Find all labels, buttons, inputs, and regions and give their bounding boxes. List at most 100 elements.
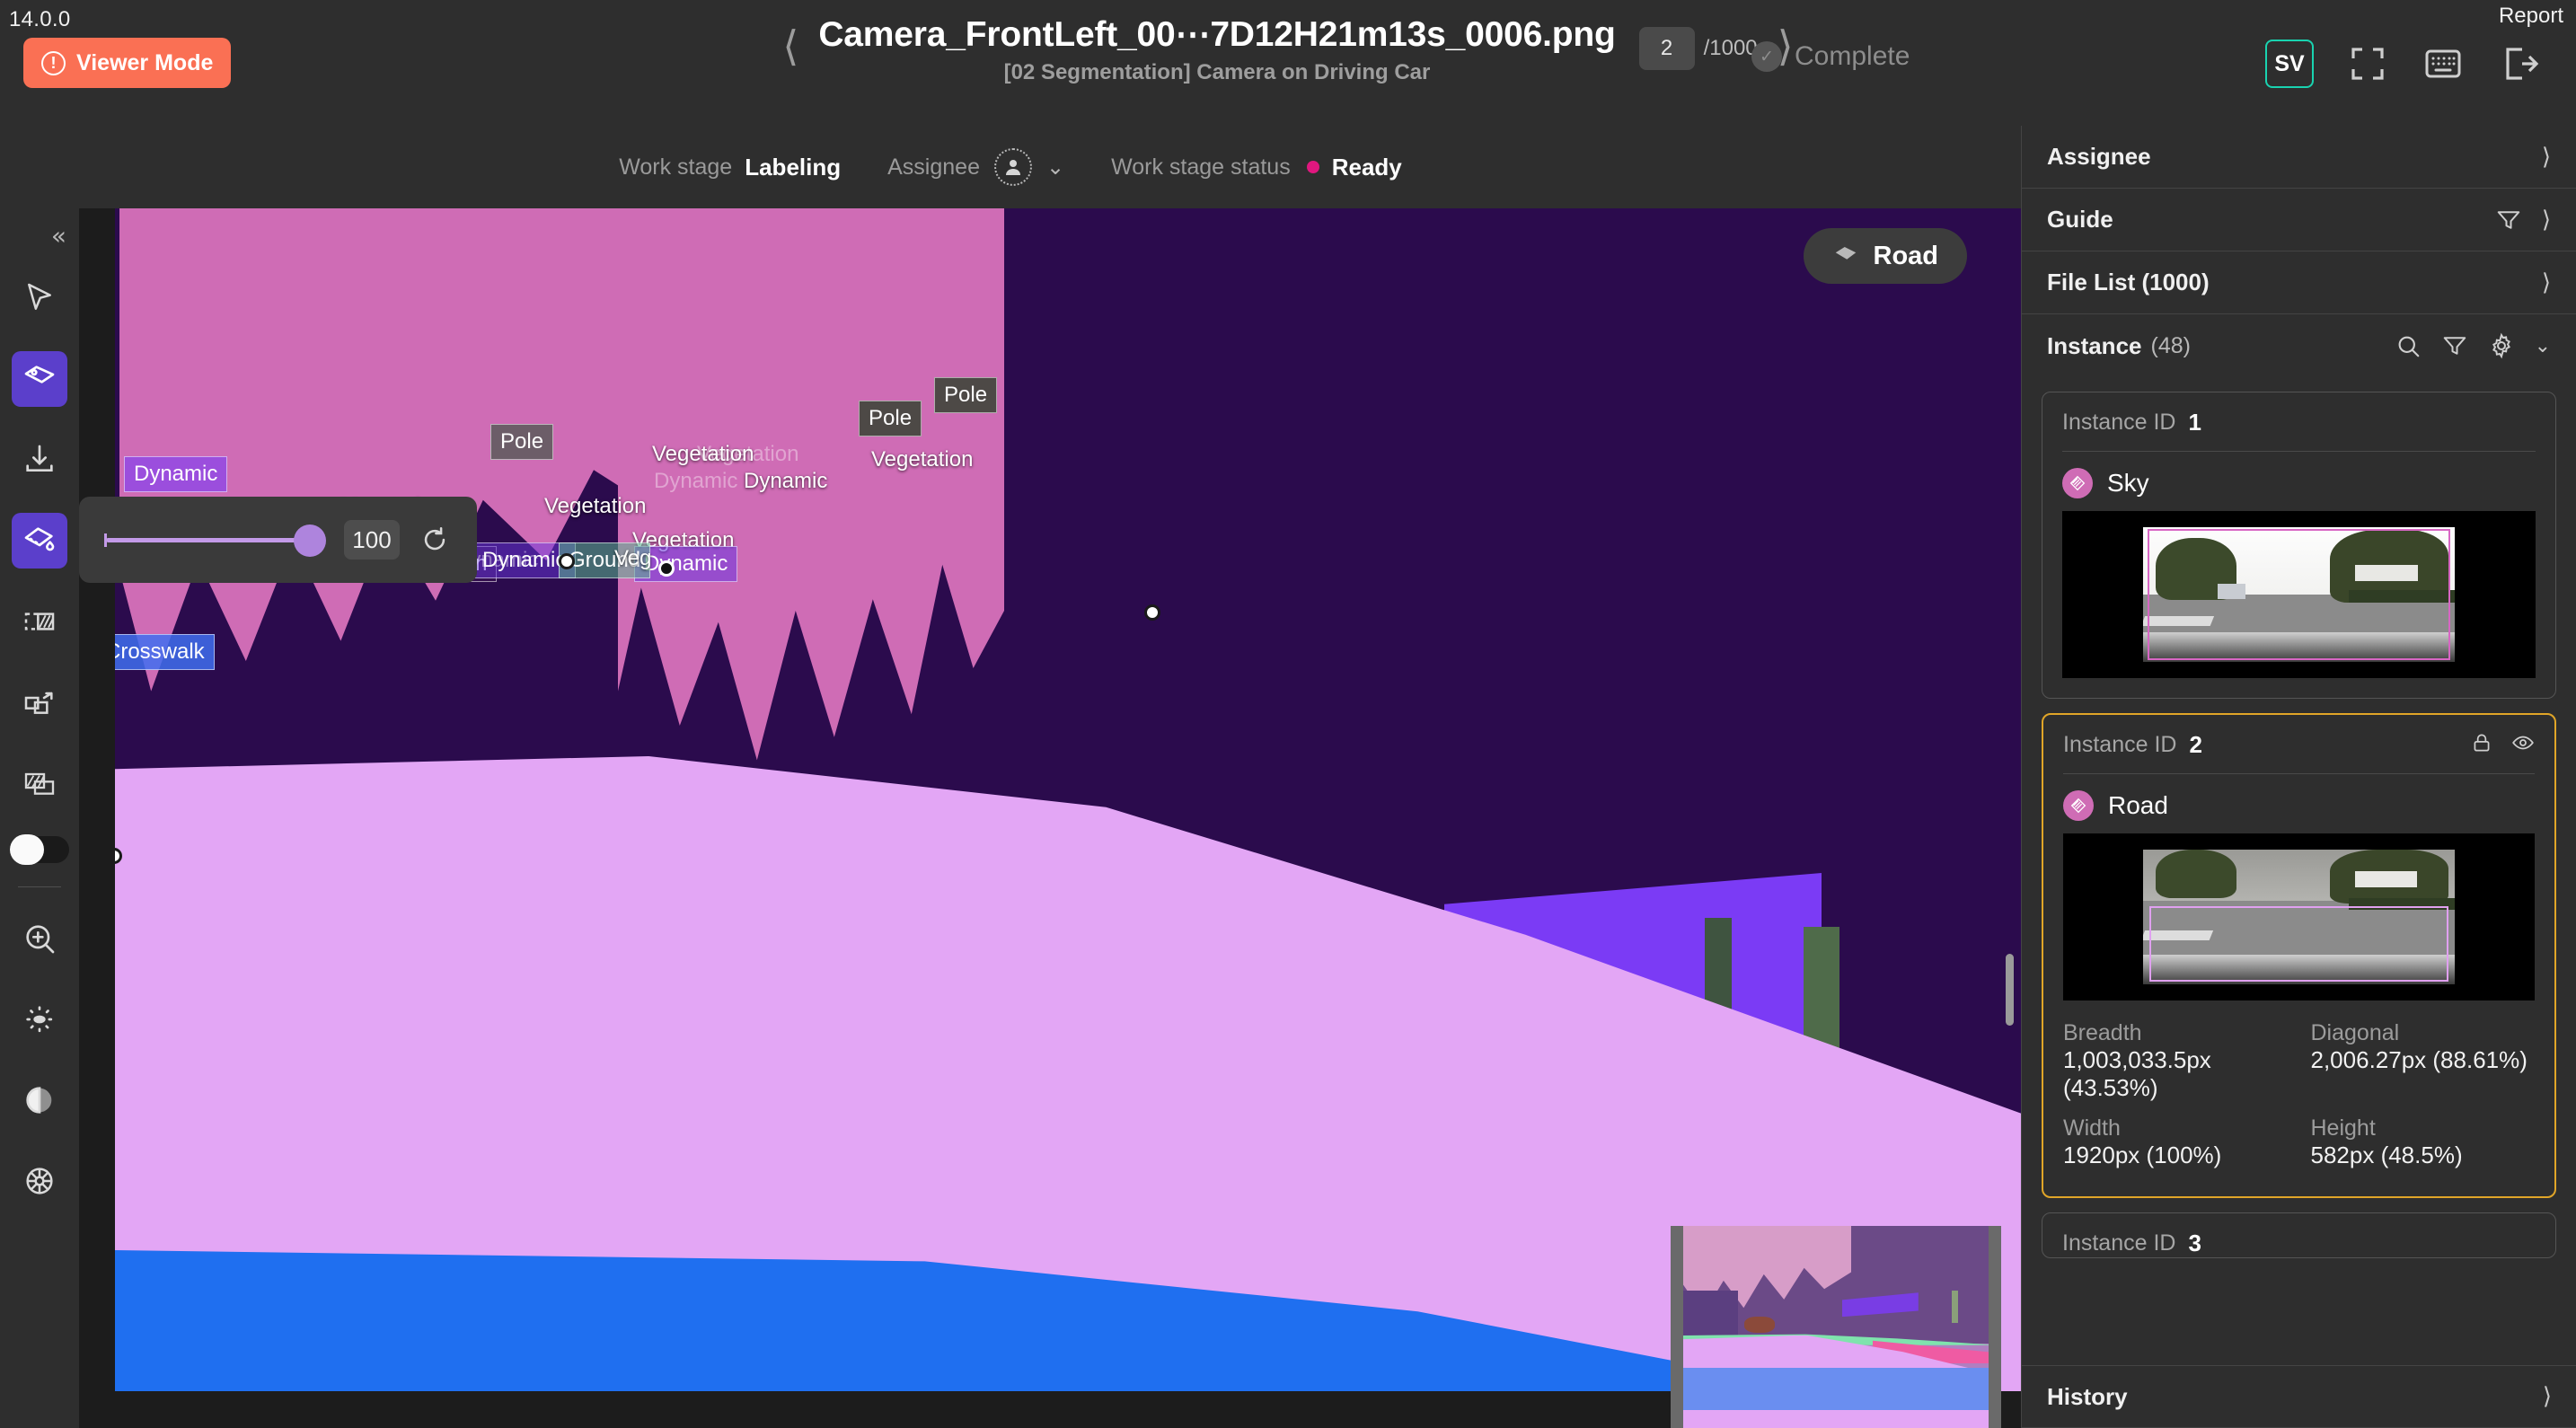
brightness-icon[interactable] [12, 992, 67, 1047]
chevron-right-icon[interactable]: ⟩ [2542, 269, 2551, 296]
prev-file-button[interactable]: ⟨ [763, 14, 818, 77]
label-veg-short[interactable]: Veg [614, 546, 651, 571]
scene-minimap[interactable] [1671, 1226, 2001, 1428]
label-vegetation-5[interactable]: Vegetation [544, 494, 646, 519]
assignee-label: Assignee [887, 154, 980, 180]
keyboard-icon[interactable] [2422, 42, 2465, 85]
road-region-thumbnail[interactable] [2063, 833, 2535, 1000]
measure-label-height: Height [2310, 1115, 2376, 1142]
right-sidebar: Assignee ⟩ Guide ⟩ File List (1000) ⟩ In… [2021, 126, 2576, 1428]
active-class-label: Road [1873, 241, 1939, 270]
instance-list[interactable]: Instance ID 1 Sky Instance ID 2 Road Bre… [2022, 377, 2576, 1426]
chevron-down-icon[interactable]: ⌄ [2535, 335, 2551, 357]
label-dynamic-5[interactable]: Dynamic [744, 469, 827, 494]
work-stage-bar: Work stage Labeling Assignee ⌄ Work stag… [0, 126, 2021, 208]
mm-building [1683, 1291, 1739, 1339]
opacity-toggle[interactable] [10, 834, 69, 865]
canvas-scrollbar[interactable] [2006, 954, 2014, 1026]
chevron-right-icon[interactable]: ⟩ [2542, 144, 2551, 171]
cursor-tool[interactable] [12, 270, 67, 326]
overlay-tool[interactable] [12, 755, 67, 811]
label-vegetation-8[interactable]: Vegetation [697, 442, 798, 467]
search-icon[interactable] [2395, 332, 2422, 359]
opacity-slider-panel[interactable]: 100 [79, 497, 477, 583]
filter-icon[interactable] [2495, 207, 2522, 234]
polygon-vertex[interactable] [559, 553, 575, 569]
minimap-content [1683, 1226, 1989, 1428]
zoom-in-icon[interactable] [12, 911, 67, 966]
measure-label-breadth: Breadth [2063, 1020, 2142, 1045]
label-vegetation-9[interactable]: Vegetation [871, 447, 973, 472]
sidebar-item-history[interactable]: History ⟩ [2022, 1365, 2576, 1428]
instance-class-name: Sky [2107, 469, 2149, 497]
instance-count: (48) [2150, 332, 2191, 358]
chevron-right-icon[interactable]: ⟩ [2543, 1383, 2552, 1410]
label-pole-1[interactable]: Pole [490, 424, 554, 460]
polygon-vertex[interactable] [658, 560, 675, 577]
color-wheel-icon[interactable] [12, 1153, 67, 1209]
left-toolbar: « [0, 208, 79, 1428]
mm-road-bottom [1683, 1409, 1989, 1428]
filter-icon[interactable] [2441, 332, 2468, 359]
segmentation-brush-tool[interactable] [12, 513, 67, 569]
sky-region-thumbnail[interactable] [2062, 511, 2536, 678]
label-crosswalk[interactable]: Crosswalk [115, 634, 215, 670]
label-pole-3[interactable]: Pole [934, 377, 998, 413]
class-color-swatch [2063, 790, 2094, 821]
work-stage-status-value: Ready [1331, 153, 1402, 181]
instance-class-row: Sky [2062, 468, 2536, 498]
file-index-total: /1000 [1703, 36, 1758, 60]
annotation-canvas[interactable]: Dynamic Vegetation Person Ground Vegetat… [79, 208, 2021, 1428]
label-dynamic-4[interactable]: Dynamic [654, 469, 737, 494]
instance-header: Instance ID 1 [2062, 409, 2536, 452]
sidebar-item-assignee[interactable]: Assignee ⟩ [2022, 126, 2576, 189]
assignee-dropdown-caret[interactable]: ⌄ [1046, 154, 1064, 180]
label-tool[interactable] [12, 351, 67, 407]
instance-card-3[interactable]: Instance ID 3 [2042, 1212, 2556, 1259]
instance-card-1[interactable]: Instance ID 1 Sky [2042, 392, 2556, 699]
sv-toggle-button[interactable]: SV [2265, 40, 2314, 88]
sidebar-item-guide[interactable]: Guide ⟩ [2022, 189, 2576, 251]
fullscreen-icon[interactable] [2346, 42, 2389, 85]
mm-bus [1744, 1317, 1775, 1334]
complete-label: Complete [1795, 41, 1910, 71]
opacity-slider-knob[interactable] [294, 524, 326, 557]
active-class-badge[interactable]: Road [1803, 228, 1967, 284]
double-chevron-left-icon[interactable]: « [51, 221, 66, 251]
instance-card-2[interactable]: Instance ID 2 Road Breadth 1,003,033.5px… [2042, 713, 2556, 1199]
toolbar-divider [18, 886, 61, 887]
project-subtitle: [02 Segmentation] Camera on Driving Car [1003, 60, 1431, 84]
user-avatar-icon[interactable] [993, 148, 1032, 186]
reset-icon[interactable] [419, 524, 450, 555]
guide-section-title: Guide [2047, 206, 2113, 233]
thumbnail-polygon [2149, 905, 2448, 983]
segmentation-image[interactable]: Dynamic Vegetation Person Ground Vegetat… [115, 208, 2021, 1391]
tag-icon [1835, 247, 1856, 260]
history-section-title: History [2047, 1382, 2128, 1410]
label-dynamic-1[interactable]: Dynamic [124, 456, 228, 492]
import-tool[interactable] [12, 432, 67, 488]
opacity-slider[interactable] [104, 524, 326, 557]
contrast-icon[interactable] [12, 1072, 67, 1128]
sidebar-item-file-list[interactable]: File List (1000) ⟩ [2022, 251, 2576, 314]
measure-value-width: 1920px (100%) [2063, 1142, 2222, 1169]
fill-tool[interactable] [12, 594, 67, 649]
file-index-input[interactable]: 2 [1638, 27, 1695, 70]
copy-move-tool[interactable] [12, 674, 67, 730]
lock-icon[interactable] [2470, 731, 2493, 759]
logout-icon[interactable] [2497, 42, 2540, 85]
opacity-value[interactable]: 100 [344, 520, 400, 560]
label-pole-2[interactable]: Pole [859, 401, 922, 436]
instance-section-header[interactable]: Instance (48) ⌄ [2022, 314, 2576, 377]
class-color-swatch [2062, 468, 2093, 498]
instance-id-label: Instance ID [2062, 1230, 2176, 1256]
instance-id-value: 2 [2189, 731, 2202, 758]
chevron-right-icon[interactable]: ⟩ [2542, 207, 2551, 234]
polygon-vertex[interactable] [1144, 604, 1160, 621]
complete-status[interactable]: ✓ Complete [1751, 41, 1910, 72]
eye-icon[interactable] [2511, 731, 2535, 759]
measure-value-height: 582px (48.5%) [2310, 1142, 2463, 1169]
gear-icon[interactable] [2488, 332, 2515, 359]
instance-class-name: Road [2108, 791, 2168, 819]
work-stage-value: Labeling [745, 153, 842, 181]
